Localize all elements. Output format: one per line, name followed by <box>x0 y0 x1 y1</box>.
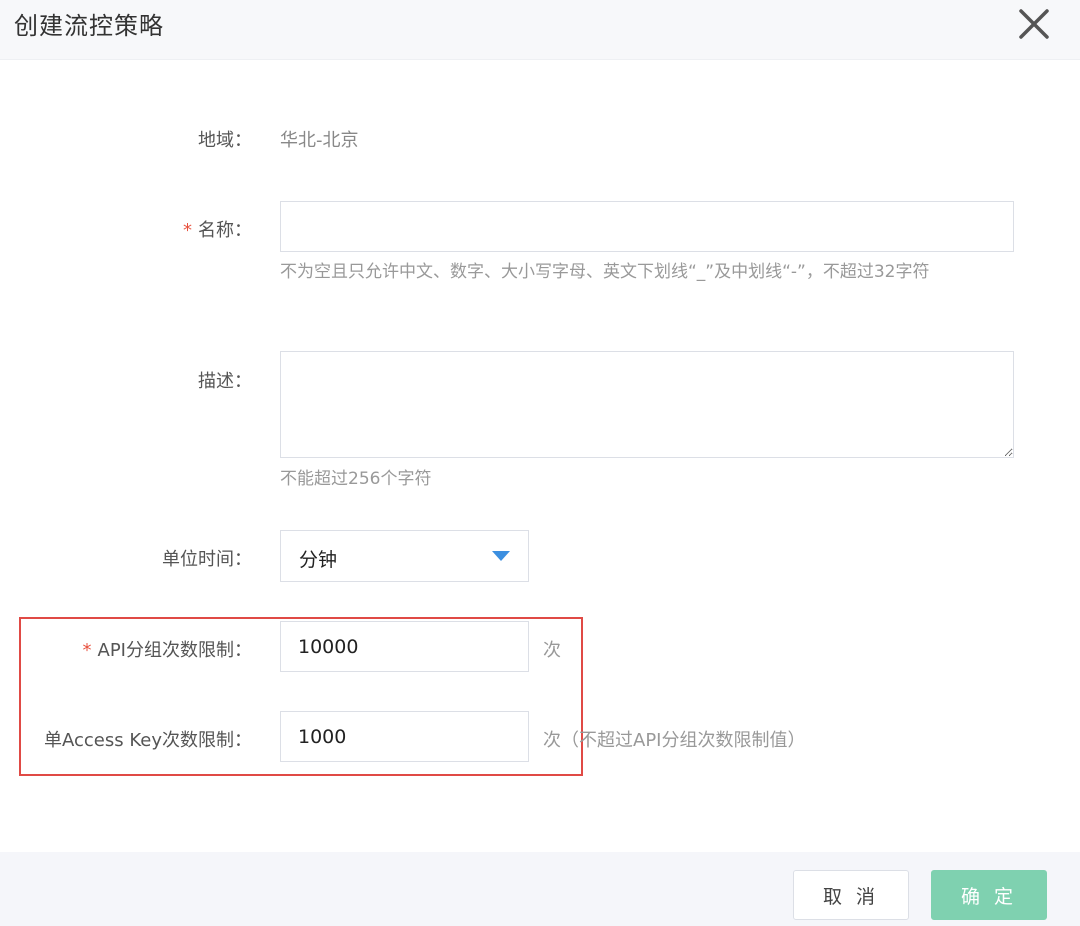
access-key-limit-input[interactable] <box>280 711 529 762</box>
unit-time-selected: 分钟 <box>299 549 338 571</box>
region-value: 华北-北京 <box>280 130 359 151</box>
description-textarea[interactable] <box>280 351 1014 458</box>
close-button[interactable] <box>1014 4 1054 44</box>
close-icon <box>1019 9 1049 39</box>
description-hint: 不能超过256个字符 <box>280 469 432 489</box>
required-mark: * <box>82 640 92 661</box>
access-key-limit-unit: 次（不超过API分组次数限制值） <box>543 730 806 751</box>
description-label: 描述： <box>198 371 252 392</box>
api-group-limit-label: * API分组次数限制： <box>30 636 252 662</box>
region-label: 地域： <box>198 130 252 151</box>
cancel-button[interactable]: 取 消 <box>793 870 909 920</box>
dialog-title: 创建流控策略 <box>14 12 164 40</box>
dialog-header: 创建流控策略 <box>0 0 1080 60</box>
api-group-limit-input[interactable] <box>280 621 529 672</box>
name-input[interactable] <box>280 201 1014 252</box>
name-label-text: 名称： <box>198 220 252 241</box>
name-hint: 不为空且只允许中文、数字、大小写字母、英文下划线“_”及中划线“-”，不超过32… <box>280 262 930 282</box>
access-key-limit-label: 单Access Key次数限制： <box>44 730 252 751</box>
dialog-footer <box>0 852 1080 926</box>
confirm-button[interactable]: 确 定 <box>931 870 1047 920</box>
unit-time-label: 单位时间： <box>162 549 252 570</box>
caret-down-icon <box>492 551 510 561</box>
required-mark: * <box>183 220 192 241</box>
name-label: * 名称： <box>60 216 252 242</box>
api-group-limit-unit: 次 <box>543 640 561 661</box>
api-group-limit-label-text: API分组次数限制： <box>97 640 252 661</box>
